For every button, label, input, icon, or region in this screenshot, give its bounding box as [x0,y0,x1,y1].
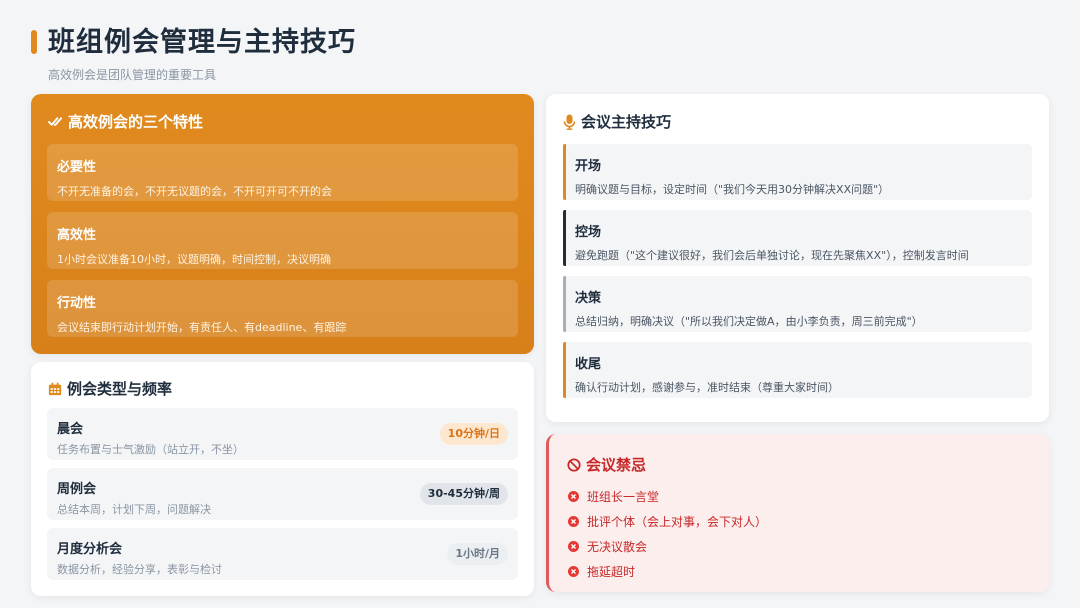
features-card: 高效例会的三个特性 必要性 不开无准备的会，不开无议题的会，不开可开可不开的会 … [31,94,534,354]
taboo-text: 无决议散会 [587,540,648,554]
feature-item-necessity: 必要性 不开无准备的会，不开无议题的会，不开可开可不开的会 [47,144,518,201]
skill-item-control: 控场 避免跑题（"这个建议很好，我们会后单独讨论，现在先聚焦XX"），控制发言时… [563,210,1032,266]
skill-item-opening: 开场 明确议题与目标，设定时间（"我们今天用30分钟解决XX问题"） [563,144,1032,200]
features-card-title: 高效例会的三个特性 [48,111,203,132]
skill-desc: 避免跑题（"这个建议很好，我们会后单独讨论，现在先聚焦XX"），控制发言时间 [575,249,969,262]
frequency-badge: 1小时/月 [447,543,508,565]
feature-desc: 1小时会议准备10小时，议题明确，时间控制，决议明确 [57,253,331,266]
type-item-morning: 晨会 任务布置与士气激励（站立开，不坐） 10分钟/日 [47,408,518,460]
types-card-title: 例会类型与频率 [48,378,172,399]
skill-name: 决策 [575,291,602,306]
taboo-text: 拖延超时 [587,565,636,579]
skill-accent-bar [563,276,566,332]
types-title-text: 例会类型与频率 [67,380,173,398]
skill-item-decision: 决策 总结归纳，明确决议（"所以我们决定做A，由小李负责，周三前完成"） [563,276,1032,332]
meeting-types-card: 例会类型与频率 晨会 任务布置与士气激励（站立开，不坐） 10分钟/日 周例会 … [31,362,534,596]
taboos-card-title: 会议禁忌 [567,454,646,475]
frequency-badge: 30-45分钟/周 [419,483,508,505]
taboo-text: 批评个体（会上对事，会下对人） [587,515,768,529]
skill-item-closing: 收尾 确认行动计划，感谢参与，准时结束（尊重大家时间） [563,342,1032,398]
x-circle-icon [568,562,579,581]
type-item-monthly: 月度分析会 数据分析，经验分享，表彰与检讨 1小时/月 [47,528,518,580]
taboo-item: 无决议散会 [568,534,767,559]
double-check-icon [48,114,63,129]
feature-name: 必要性 [57,160,97,175]
calendar-icon [48,381,62,396]
page-subtitle: 高效例会是团队管理的重要工具 [48,68,217,82]
skill-accent-bar [563,210,566,266]
page-title: 班组例会管理与主持技巧 [48,27,356,58]
taboo-text: 班组长一言堂 [587,490,660,504]
prohibited-icon [567,457,581,472]
title-accent-bar [31,30,37,54]
x-circle-icon [568,487,579,506]
skill-name: 收尾 [575,357,602,372]
feature-name: 高效性 [57,228,97,243]
taboos-title-text: 会议禁忌 [586,456,647,474]
taboo-item: 班组长一言堂 [568,484,767,509]
x-circle-icon [568,537,579,556]
feature-name: 行动性 [57,296,97,311]
feature-desc: 不开无准备的会，不开无议题的会，不开可开可不开的会 [57,185,332,198]
taboo-item: 批评个体（会上对事，会下对人） [568,509,767,534]
skill-desc: 明确议题与目标，设定时间（"我们今天用30分钟解决XX问题"） [575,183,890,196]
microphone-icon [563,114,576,130]
hosting-skills-card: 会议主持技巧 开场 明确议题与目标，设定时间（"我们今天用30分钟解决XX问题"… [546,94,1049,422]
taboo-item: 拖延超时 [568,559,767,584]
skill-name: 控场 [575,225,602,240]
skill-accent-bar [563,144,566,200]
meeting-taboos-card: 会议禁忌 班组长一言堂 批评个体（会上对事，会下对人） 无决议散会 拖延超时 [546,434,1049,592]
type-item-weekly: 周例会 总结本周，计划下周，问题解决 30-45分钟/周 [47,468,518,520]
skill-desc: 总结归纳，明确决议（"所以我们决定做A，由小李负责，周三前完成"） [575,315,923,328]
skill-accent-bar [563,342,566,398]
type-desc: 任务布置与士气激励（站立开，不坐） [57,443,244,456]
skill-desc: 确认行动计划，感谢参与，准时结束（尊重大家时间） [575,381,839,394]
feature-item-action: 行动性 会议结束即行动计划开始，有责任人、有deadline、有跟踪 [47,280,518,337]
feature-desc: 会议结束即行动计划开始，有责任人、有deadline、有跟踪 [57,321,347,334]
taboo-list: 班组长一言堂 批评个体（会上对事，会下对人） 无决议散会 拖延超时 [568,484,767,584]
skill-name: 开场 [575,159,602,174]
type-desc: 数据分析，经验分享，表彰与检讨 [57,563,222,576]
x-circle-icon [568,512,579,531]
features-title-text: 高效例会的三个特性 [68,113,204,131]
frequency-badge: 10分钟/日 [439,423,508,445]
feature-item-efficiency: 高效性 1小时会议准备10小时，议题明确，时间控制，决议明确 [47,212,518,269]
type-name: 月度分析会 [57,542,123,557]
skills-title-text: 会议主持技巧 [581,113,672,131]
skills-card-title: 会议主持技巧 [563,111,671,132]
